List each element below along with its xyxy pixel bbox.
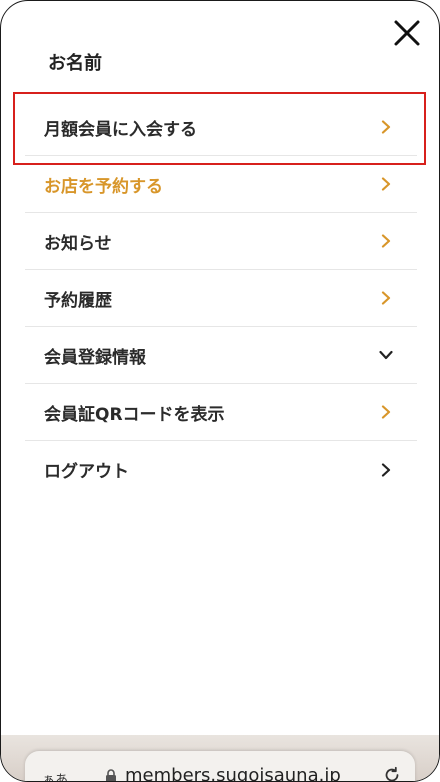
menu-item-label: 会員登録情報 <box>44 347 146 368</box>
menu-item-member-qr[interactable]: 会員証QRコードを表示 <box>25 384 417 441</box>
menu-item-member-info[interactable]: 会員登録情報 <box>25 327 417 384</box>
phone-frame: お名前 月額会員に入会する お店を予約する お知らせ 予約履歴 会員登録情報 会… <box>0 0 440 782</box>
menu-item-label: 会員証QRコードを表示 <box>44 404 225 425</box>
url-text: members.sugoisauna.jp <box>125 765 341 782</box>
text-size-button[interactable]: ぁあ <box>42 769 68 781</box>
menu-item-label: お店を予約する <box>44 176 163 197</box>
user-name: お名前 <box>48 53 102 74</box>
chevron-right-icon <box>381 234 391 248</box>
close-icon <box>394 20 420 46</box>
menu-item-logout[interactable]: ログアウト <box>25 441 417 498</box>
menu-item-join-membership[interactable]: 月額会員に入会する <box>25 99 417 156</box>
chevron-right-icon <box>381 405 391 419</box>
close-button[interactable] <box>391 17 423 49</box>
reload-icon[interactable] <box>383 766 401 782</box>
menu-item-news[interactable]: お知らせ <box>25 213 417 270</box>
address-bar[interactable]: ぁあ members.sugoisauna.jp <box>25 751 415 782</box>
menu-item-label: ログアウト <box>44 462 129 482</box>
menu-item-label: お知らせ <box>44 233 112 254</box>
menu-item-label: 月額会員に入会する <box>44 119 197 140</box>
chevron-right-icon <box>381 177 391 191</box>
chevron-right-icon <box>381 120 391 134</box>
chevron-right-icon <box>381 291 391 305</box>
lock-icon <box>106 769 116 781</box>
menu-item-reserve-store[interactable]: お店を予約する <box>25 156 417 213</box>
menu-item-label: 予約履歴 <box>44 290 112 311</box>
chevron-down-icon <box>379 348 393 362</box>
menu-item-reservation-history[interactable]: 予約履歴 <box>25 270 417 327</box>
chevron-right-icon <box>381 462 391 477</box>
nav-menu: 月額会員に入会する お店を予約する お知らせ 予約履歴 会員登録情報 会員証QR… <box>25 99 417 498</box>
